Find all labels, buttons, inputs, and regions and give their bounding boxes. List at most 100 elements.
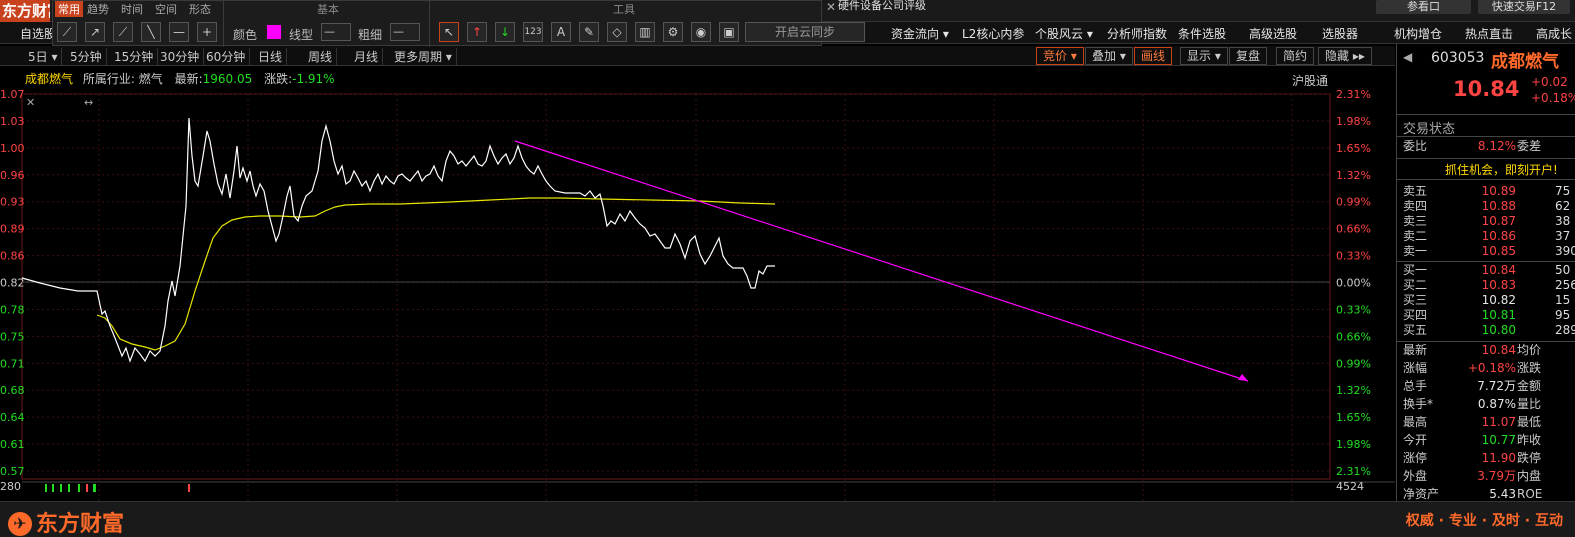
period-5day[interactable]: 5日 ▾ [24, 48, 63, 65]
intraday-chart[interactable]: 1.07 1.03 1.00 0.96 0.93 0.89 0.86 0.82 0.78 0.75… [0, 86, 1395, 501]
stat-value: 0.87% [1477, 397, 1516, 411]
left-axis-tick: 0.71 [0, 357, 25, 370]
buy-label: 买一 [1403, 263, 1428, 277]
buy-price[interactable]: 10.82 [1482, 293, 1516, 308]
left-axis-tick: 0.78 [0, 303, 25, 316]
sell-price[interactable]: 10.85 [1482, 244, 1516, 259]
ray-line-icon[interactable]: ↗ [85, 22, 105, 42]
pencil-icon[interactable]: ✎ [579, 22, 599, 42]
current-price: 10.84 [1453, 77, 1520, 101]
expand-chart-icon[interactable]: ↔ [84, 96, 93, 109]
buy-price[interactable]: 10.84 [1482, 263, 1516, 278]
period-30min[interactable]: 30分钟 [156, 48, 205, 65]
close-icon[interactable]: ✕ [826, 0, 836, 14]
stat-label: 总手 [1403, 379, 1428, 393]
trend-line[interactable] [514, 140, 1249, 382]
cross-line-icon[interactable]: + [197, 22, 217, 42]
news-ticker[interactable]: 硬件设备公司评级 [838, 0, 926, 14]
edit-box-icon[interactable]: ▣ [719, 22, 739, 42]
hide-button[interactable]: 隐藏 ▸▸ [1318, 47, 1372, 65]
menu-advanced-pick[interactable]: 高级选股 [1249, 25, 1297, 42]
menu-hot-topics[interactable]: 热点直击 [1465, 25, 1513, 42]
sell-price[interactable]: 10.87 [1482, 214, 1516, 229]
number-mark-icon[interactable]: 123 [523, 22, 543, 42]
tab-trend[interactable]: 趋势 [87, 1, 109, 17]
arrow-line-icon[interactable]: ⟋ [113, 22, 133, 42]
color-swatch[interactable] [267, 25, 281, 39]
trash-icon[interactable]: ▥ [635, 22, 655, 42]
sell-row: 卖五 10.89 75 [1397, 184, 1575, 199]
menu-condition-pick[interactable]: 条件选股 [1178, 25, 1226, 42]
sell-label: 卖二 [1403, 229, 1428, 243]
app-logo: 东方财富 [0, 0, 50, 22]
buy-price[interactable]: 10.80 [1482, 323, 1516, 338]
text-icon[interactable]: A [551, 22, 571, 42]
stat-label-2: 内盘 [1517, 469, 1542, 483]
volume-bar [68, 484, 70, 492]
tab-time[interactable]: 时间 [121, 1, 143, 17]
sell-label: 卖四 [1403, 199, 1428, 213]
tab-pattern[interactable]: 形态 [189, 1, 211, 17]
panel-separator [1397, 136, 1575, 137]
open-account-promo[interactable]: 抓住机会，即刻开户! [1445, 161, 1558, 178]
left-axis-tick: 0.89 [0, 223, 25, 236]
simple-button[interactable]: 简约 [1276, 47, 1315, 65]
screenshot-button[interactable]: 参看口 [1376, 0, 1471, 14]
overlay-button[interactable]: 叠加 ▾ [1085, 47, 1133, 65]
left-axis: 1.07 1.03 1.00 0.96 0.93 0.89 0.86 0.82 0.78 0.75… [0, 88, 25, 478]
eraser-icon[interactable]: ◇ [607, 22, 627, 42]
cloud-sync-button[interactable]: 开启云同步 [745, 22, 865, 42]
quick-trade-button[interactable]: 快速交易F12 [1478, 0, 1570, 14]
menu-l2-insider[interactable]: L2核心内参 [962, 25, 1024, 42]
straight-line-icon[interactable]: ╲ [141, 22, 161, 42]
period-bar: 5日 ▾ 5分钟 15分钟 30分钟 60分钟 日线 周线 月线 更多周期 ▾ … [0, 46, 1395, 66]
menu-watchlist[interactable]: 自选股 [20, 25, 56, 42]
period-60min[interactable]: 60分钟 [202, 48, 251, 65]
industry-value[interactable]: 燃气 [139, 72, 163, 86]
period-15min[interactable]: 15分钟 [110, 48, 159, 65]
sell-price[interactable]: 10.89 [1482, 184, 1516, 199]
segment-line-icon[interactable]: ⟋ [57, 22, 77, 42]
down-arrow-icon[interactable]: ↓ [495, 22, 515, 42]
period-more[interactable]: 更多周期 ▾ [390, 48, 457, 65]
buy-price[interactable]: 10.83 [1482, 278, 1516, 293]
period-5min[interactable]: 5分钟 [66, 48, 107, 65]
period-monthly[interactable]: 月线 [350, 48, 384, 65]
prev-stock-icon[interactable]: ◀ [1403, 50, 1412, 64]
menu-analyst-index[interactable]: 分析师指数 [1107, 25, 1167, 42]
stat-value: 11.90 [1481, 451, 1516, 465]
quote-panel: ◀ 603053 成都燃气 10.84 +0.02 +0.18% 交易状态 委比… [1396, 44, 1575, 501]
thickness-select[interactable]: — [390, 23, 420, 41]
up-arrow-icon[interactable]: ↑ [467, 22, 487, 42]
period-daily[interactable]: 日线 [254, 48, 288, 65]
sell-price[interactable]: 10.86 [1482, 229, 1516, 244]
select-cursor-icon[interactable]: ↖ [439, 22, 459, 42]
line-type-select[interactable]: — [321, 23, 351, 41]
display-button[interactable]: 显示 ▾ [1180, 47, 1228, 65]
menu-stock-news[interactable]: 个股风云 ▾ [1035, 25, 1093, 42]
right-axis-tick: 1.98% [1336, 115, 1371, 128]
tab-space[interactable]: 空间 [155, 1, 177, 17]
horizontal-line-icon[interactable]: — [169, 22, 189, 42]
eye-icon[interactable]: ◉ [691, 22, 711, 42]
tab-common[interactable]: 常用 [55, 1, 83, 17]
sell-volume: 38 [1555, 214, 1571, 228]
buy-price[interactable]: 10.81 [1482, 308, 1516, 323]
close-chart-icon[interactable]: ✕ [26, 96, 35, 109]
gear-icon[interactable]: ⚙ [663, 22, 683, 42]
replay-button[interactable]: 复盘 [1229, 47, 1268, 65]
volume-bar [78, 484, 80, 492]
right-axis-tick: 2.31% [1336, 465, 1371, 478]
menu-capital-flow[interactable]: 资金流向 ▾ [891, 25, 949, 42]
menu-stock-picker[interactable]: 选股器 [1322, 25, 1358, 42]
sell-volume: 37 [1555, 229, 1571, 243]
period-weekly[interactable]: 周线 [304, 48, 338, 65]
menu-high-growth[interactable]: 高成长 [1536, 25, 1572, 42]
auction-button[interactable]: 竞价 ▾ [1036, 47, 1084, 65]
stat-row: 总手 7.72万 金额 [1397, 379, 1575, 394]
sell-price[interactable]: 10.88 [1482, 199, 1516, 214]
draw-line-button[interactable]: 画线 [1134, 47, 1173, 65]
stat-label-2: 均价 [1517, 343, 1542, 357]
buy-volume: 256 [1555, 278, 1575, 292]
menu-institution[interactable]: 机构增仓 [1394, 25, 1442, 42]
